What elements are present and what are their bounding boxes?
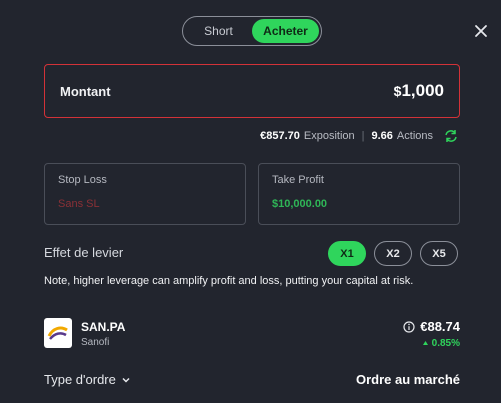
exposure-summary: €857.70 Exposition | 9.66 Actions	[260, 128, 459, 144]
refresh-icon[interactable]	[443, 129, 459, 143]
info-icon[interactable]	[403, 320, 415, 333]
short-option[interactable]: Short	[185, 19, 252, 43]
price-change-value: 0.85%	[431, 338, 460, 349]
take-profit-title: Take Profit	[272, 174, 324, 186]
sanofi-logo	[44, 318, 72, 348]
direction-toggle[interactable]: Short Acheter	[182, 16, 322, 46]
stock-price: €88.74	[403, 319, 460, 334]
leverage-x2-button[interactable]: X2	[374, 241, 412, 266]
stock-row: SAN.PA Sanofi €88.74 0.85%	[44, 318, 460, 352]
arrow-up-icon	[422, 341, 428, 346]
shares-label: Actions	[396, 130, 433, 142]
exposure-label: Exposition	[303, 130, 355, 142]
stop-loss-box[interactable]: Stop Loss Sans SL	[44, 163, 246, 225]
amount-field[interactable]: Montant $1,000	[44, 64, 460, 118]
stop-loss-value: Sans SL	[58, 198, 100, 210]
leverage-note: Note, higher leverage can amplify profit…	[44, 275, 414, 287]
order-type-value: Ordre au marché	[355, 372, 460, 387]
amount-number: 1,000	[401, 81, 444, 100]
take-profit-box[interactable]: Take Profit $10,000.00	[258, 163, 460, 225]
stop-loss-title: Stop Loss	[58, 174, 107, 186]
leverage-x1-button[interactable]: X1	[328, 241, 366, 266]
chevron-down-icon	[122, 377, 130, 383]
leverage-x5-button[interactable]: X5	[420, 241, 458, 266]
amount-label: Montant	[60, 83, 111, 99]
shares-value: 9.66	[371, 130, 393, 142]
take-profit-value: $10,000.00	[272, 198, 328, 210]
price-value: €88.74	[420, 319, 460, 334]
leverage-label: Effet de levier	[44, 245, 124, 260]
leverage-options: X1 X2 X5	[328, 241, 458, 266]
stock-symbol: SAN.PA	[81, 320, 126, 334]
price-change: 0.85%	[422, 338, 460, 349]
exposure-value: €857.70	[260, 130, 300, 142]
order-type-label: Type d'ordre	[44, 372, 116, 387]
close-icon[interactable]	[472, 22, 490, 40]
amount-value[interactable]: $1,000	[394, 81, 444, 101]
separator: |	[361, 130, 365, 142]
buy-option[interactable]: Acheter	[252, 19, 319, 43]
order-type-dropdown[interactable]: Type d'ordre	[44, 372, 131, 387]
stock-name: Sanofi	[81, 337, 110, 348]
